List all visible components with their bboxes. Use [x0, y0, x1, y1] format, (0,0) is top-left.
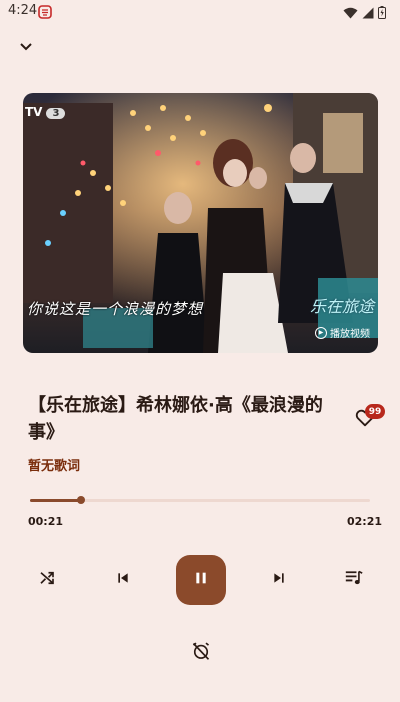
- lyric-status[interactable]: 暂无歌词: [28, 455, 80, 474]
- status-time: 4:24: [8, 3, 38, 18]
- song-title: 【乐在旅途】希林娜依·高《最浪漫的事》: [28, 395, 323, 443]
- progress-thumb[interactable]: [77, 496, 85, 504]
- channel-logo-text: TV: [25, 105, 43, 119]
- chevron-down-icon: [19, 37, 33, 56]
- signal-icon: [362, 4, 374, 23]
- queue-music-icon: [344, 569, 364, 591]
- queue-button[interactable]: [341, 567, 367, 593]
- shuffle-button[interactable]: [34, 567, 60, 593]
- alarm-off-icon: [191, 641, 211, 665]
- play-video-link[interactable]: ▶ 播放视频: [315, 325, 370, 340]
- battery-icon: [378, 4, 386, 23]
- next-button[interactable]: [266, 567, 292, 593]
- total-time: 02:21: [347, 515, 383, 528]
- play-video-label: 播放视频: [330, 329, 370, 340]
- progress-slider[interactable]: [30, 496, 370, 504]
- current-time: 00:21: [28, 515, 64, 528]
- app-notification-icon: [38, 4, 52, 19]
- pause-icon: [193, 570, 209, 590]
- cover-caption: 你说这是一个浪漫的梦想: [27, 300, 204, 318]
- like-count-badge: 99: [365, 404, 385, 419]
- play-circle-icon: ▶: [315, 326, 327, 339]
- channel-logo-number: 3: [46, 108, 66, 119]
- skip-next-icon: [271, 570, 287, 590]
- play-pause-button[interactable]: [176, 555, 226, 605]
- channel-logo: TV 3: [25, 105, 66, 119]
- status-indicators: [343, 4, 386, 23]
- shuffle-icon: [38, 569, 56, 591]
- status-bar: 4:24: [0, 0, 400, 24]
- sleep-timer-button[interactable]: [188, 640, 214, 666]
- cover-brand: 乐在旅途: [309, 297, 374, 316]
- album-cover[interactable]: TV 3 你说这是一个浪漫的梦想 乐在旅途 ▶ 播放视频: [23, 93, 378, 353]
- progress-fill: [30, 499, 81, 502]
- previous-button[interactable]: [110, 567, 136, 593]
- collapse-button[interactable]: [14, 36, 38, 56]
- wifi-icon: [343, 4, 358, 23]
- skip-previous-icon: [115, 570, 131, 590]
